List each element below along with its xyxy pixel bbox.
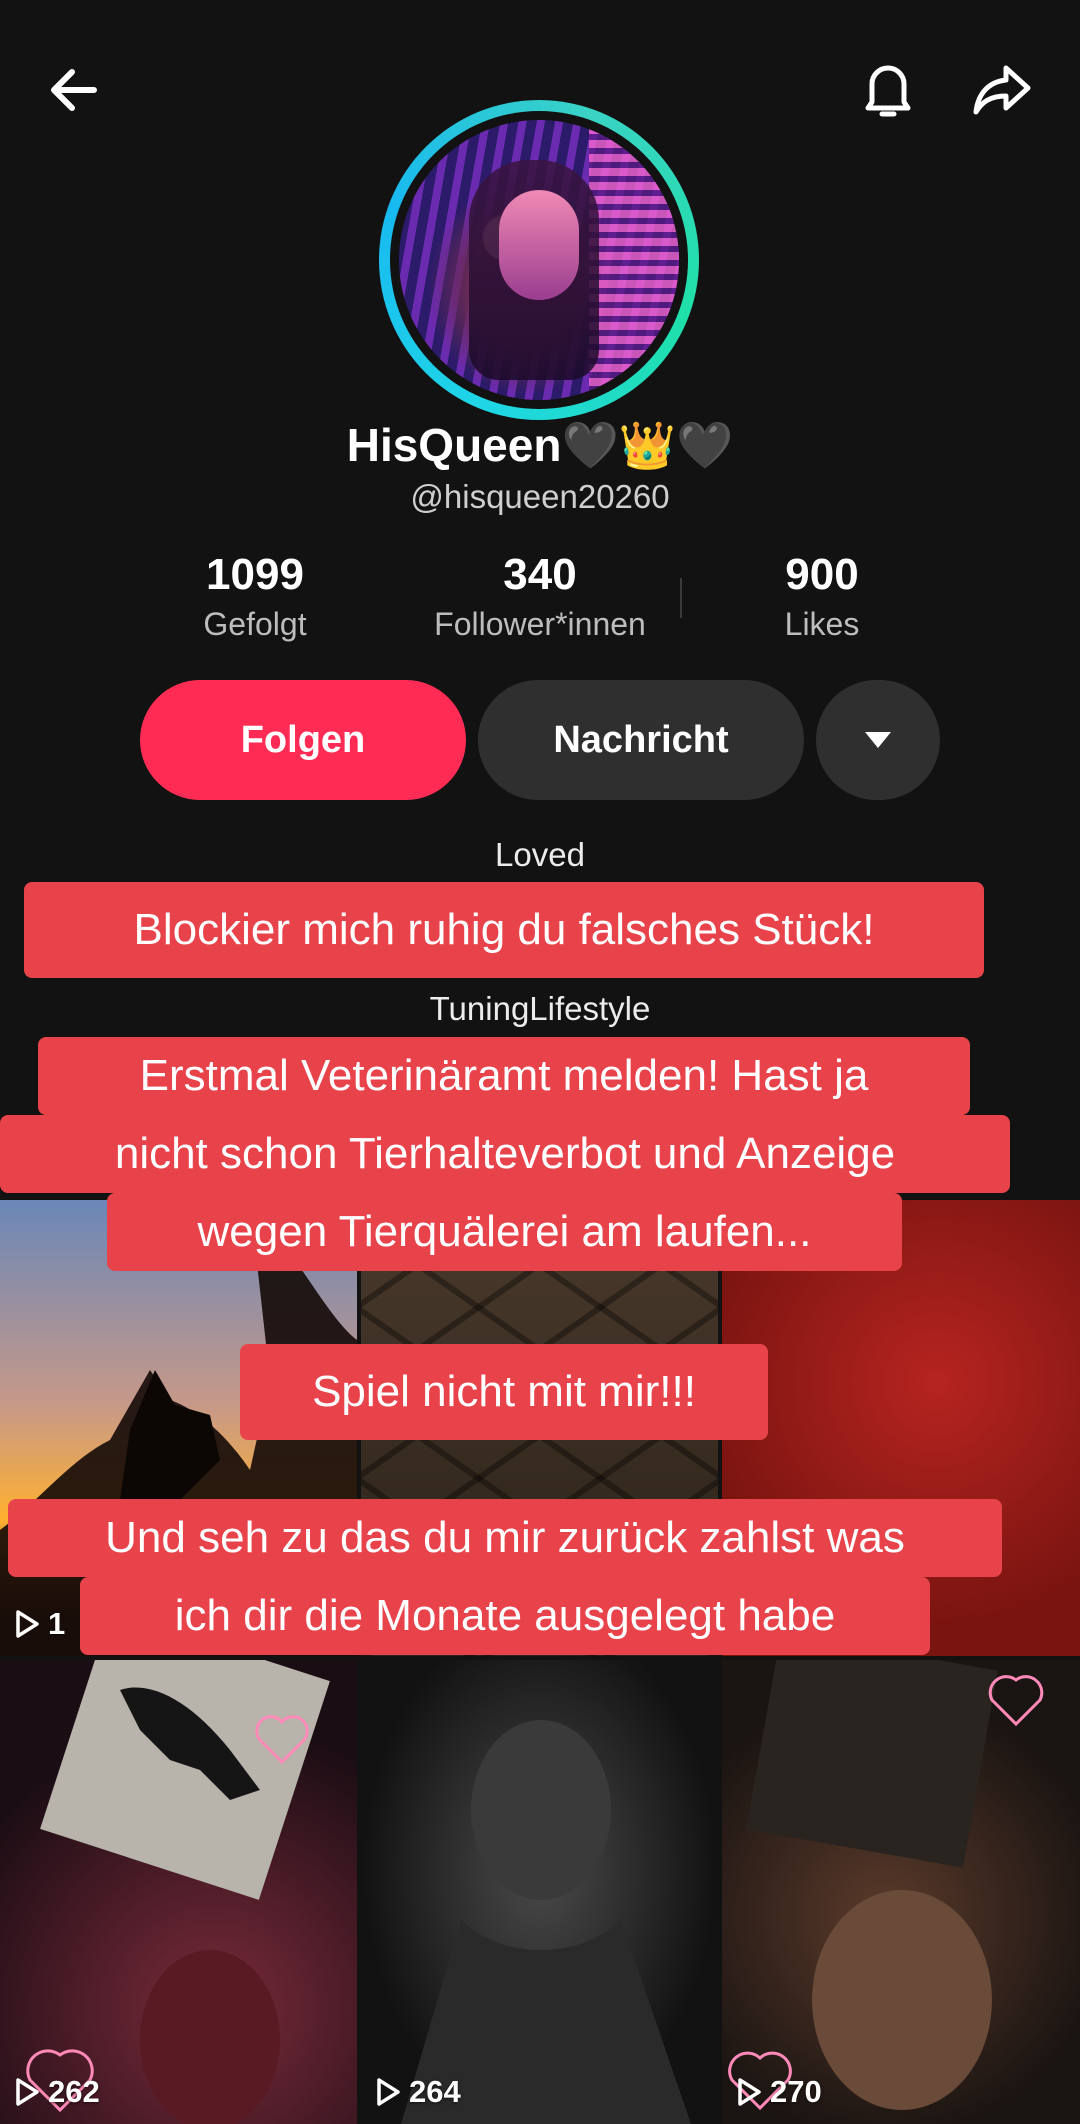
stat-likes-value: 900 [785,550,859,599]
overlay-caption-2-line-1: Erstmal Veterinäramt melden! Hast ja [38,1037,970,1115]
video-view-count-value: 270 [770,2074,822,2109]
notification-bell-button[interactable] [846,48,930,132]
bio-line-2: TuningLifestyle [429,990,651,1027]
overlay-caption-2-line-2: nicht schon Tierhalteverbot und Anzeige [0,1115,1010,1193]
profile-display-name: HisQueen🖤👑🖤 [346,419,734,471]
bell-icon [865,65,911,117]
stat-likes-label: Likes [784,606,860,642]
stat-divider [680,578,682,618]
play-icon [16,1610,39,1638]
overlay-caption-2-line-3: wegen Tierquälerei am laufen... [107,1193,902,1271]
arrow-left-icon [51,69,97,111]
video-view-count-value: 1 [48,1606,66,1641]
stat-followers-label: Follower*innen [434,606,646,642]
video-view-count: 264 [375,2074,461,2110]
profile-handle: @hisqueen20260 [410,478,670,515]
play-icon [738,2078,761,2106]
bio-line-1: Loved [495,836,585,873]
video-view-count-value: 264 [409,2074,461,2109]
overlay-caption-4-line-2: ich dir die Monate ausgelegt habe [80,1577,930,1655]
play-icon [16,2078,39,2106]
video-view-count: 262 [14,2074,100,2110]
video-tile-5[interactable]: 264 [361,1660,718,2124]
more-options-button[interactable] [816,680,940,800]
video-view-count: 1 [14,1606,65,1642]
triangle-down-icon [865,732,891,748]
play-icon [377,2078,400,2106]
stat-following-label: Gefolgt [203,606,307,642]
stat-followers[interactable]: 340 Follower*innen [390,550,690,643]
overlay-caption-1: Blockier mich ruhig du falsches Stück! [24,882,984,978]
video-view-count-value: 262 [48,2074,100,2109]
stat-followers-value: 340 [503,550,577,599]
message-button[interactable]: Nachricht [478,680,804,800]
overlay-caption-4-line-1: Und seh zu das du mir zurück zahlst was [8,1499,1002,1577]
share-arrow-icon [973,65,1031,115]
avatar-photo [399,120,679,400]
follow-button[interactable]: Folgen [140,680,466,800]
back-button[interactable] [32,48,116,132]
stat-following[interactable]: 1099 Gefolgt [155,550,355,643]
video-tile-4[interactable]: 262 [0,1660,357,2124]
profile-avatar[interactable] [379,100,699,420]
overlay-caption-3: Spiel nicht mit mir!!! [240,1344,768,1440]
share-button[interactable] [960,48,1044,132]
video-view-count: 270 [736,2074,822,2110]
stat-following-value: 1099 [206,550,304,599]
stat-likes[interactable]: 900 Likes [722,550,922,643]
video-tile-6[interactable]: 270 [722,1660,1080,2124]
